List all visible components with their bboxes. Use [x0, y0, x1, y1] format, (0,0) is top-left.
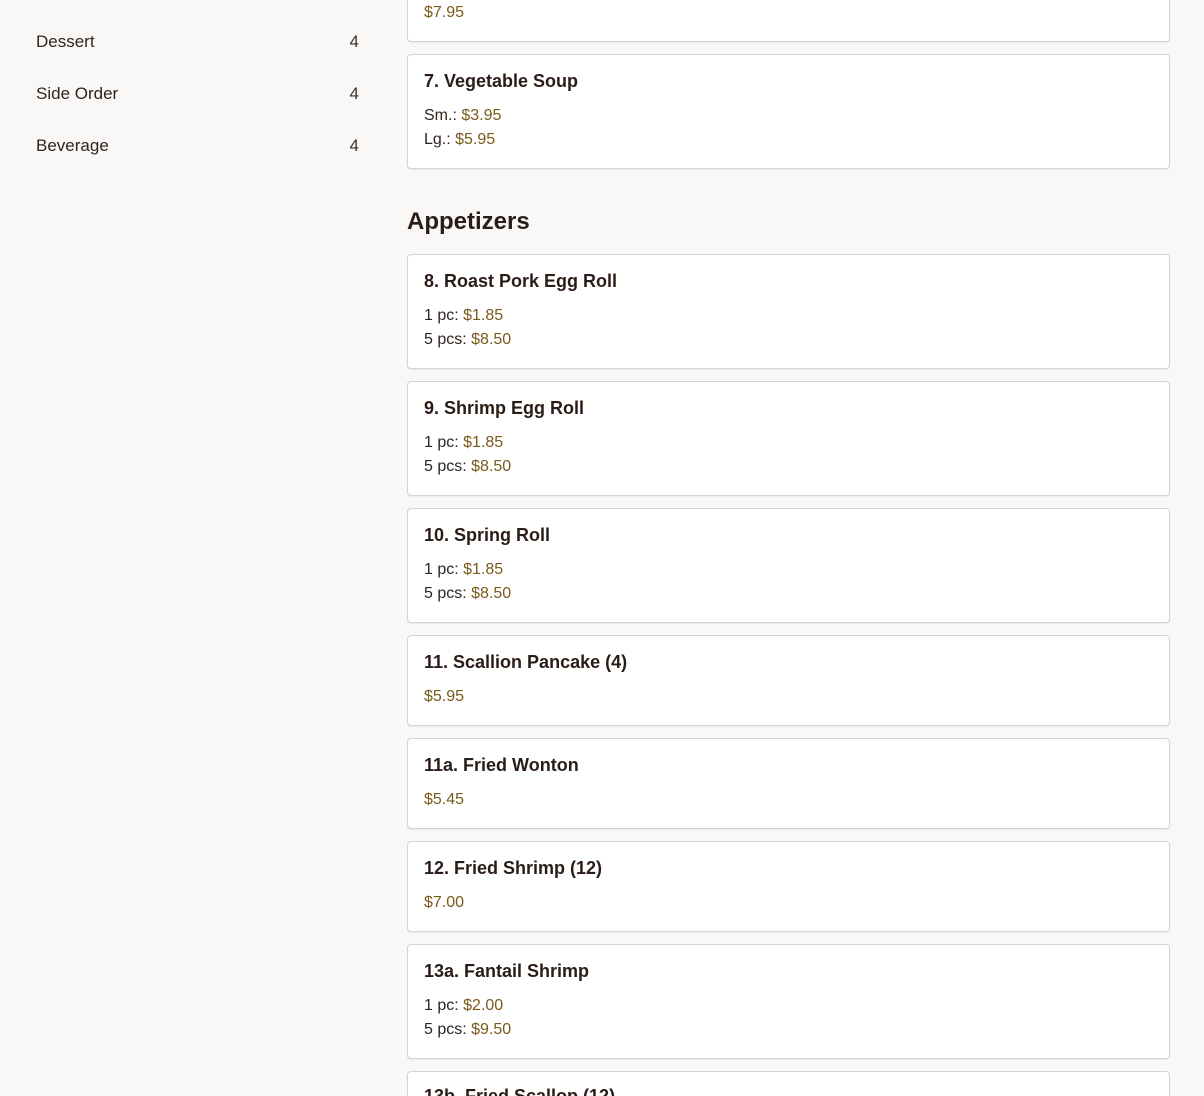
- item-price-line: 1 pc: $1.85: [424, 307, 503, 325]
- item-price-line: 5 pcs: $8.50: [424, 458, 511, 476]
- item-price-line: 5 pcs: $8.50: [424, 331, 511, 349]
- item-price: $1.85: [463, 434, 504, 451]
- item-title: 13a. Fantail Shrimp: [424, 961, 590, 981]
- item-title: 10. Spring Roll: [424, 525, 551, 545]
- item-price-line: $5.45: [424, 791, 464, 809]
- item-title: 8. Roast Pork Egg Roll: [424, 271, 618, 291]
- item-price-line: $5.95: [424, 688, 464, 706]
- item-price: $8.50: [471, 585, 512, 602]
- category-label: Side Order: [36, 84, 119, 103]
- menu-item-card[interactable]: 11. Scallion Pancake (4) $5.95: [407, 635, 1170, 726]
- menu-item-card[interactable]: 13a. Fantail Shrimp 1 pc: $2.00 5 pcs: $…: [407, 944, 1170, 1059]
- category-side-order[interactable]: Side Order 4: [36, 82, 359, 106]
- menu-item-card[interactable]: 10. Spring Roll 1 pc: $1.85 5 pcs: $8.50: [407, 508, 1170, 623]
- menu-item-card[interactable]: 8. Roast Pork Egg Roll 1 pc: $1.85 5 pcs…: [407, 254, 1170, 369]
- menu-item-card[interactable]: 11a. Fried Wonton $5.45: [407, 738, 1170, 829]
- menu-item-card[interactable]: $7.95: [407, 0, 1170, 42]
- item-price-line: Sm.: $3.95: [424, 107, 501, 125]
- price-label: Sm.:: [424, 107, 457, 124]
- menu-item-card[interactable]: 12. Fried Shrimp (12) $7.00: [407, 841, 1170, 932]
- category-beverage[interactable]: Beverage 4: [36, 134, 359, 158]
- price-label: 5 pcs:: [424, 1021, 467, 1038]
- item-price-line: Lg.: $5.95: [424, 131, 495, 149]
- category-dessert[interactable]: Dessert 4: [36, 30, 359, 54]
- price-label: 5 pcs:: [424, 331, 467, 348]
- item-price-line: 1 pc: $1.85: [424, 561, 503, 579]
- item-price: $1.85: [463, 307, 504, 324]
- item-title: 11a. Fried Wonton: [424, 755, 579, 775]
- item-price-line: 5 pcs: $8.50: [424, 585, 511, 603]
- item-price: $8.50: [471, 331, 512, 348]
- item-price: $7.00: [424, 894, 465, 911]
- category-label: Beverage: [36, 136, 109, 155]
- item-price-line: $7.95: [424, 4, 464, 22]
- price-label: 1 pc:: [424, 997, 459, 1014]
- item-price: $2.00: [463, 997, 504, 1014]
- item-price: $5.95: [455, 131, 496, 148]
- item-title: 7. Vegetable Soup: [424, 71, 579, 91]
- menu-item-card[interactable]: 13b. Fried Scallop (12): [407, 1071, 1170, 1096]
- section-heading-appetizers: Appetizers: [407, 208, 530, 235]
- item-title: 12. Fried Shrimp (12): [424, 858, 603, 878]
- item-price: $5.95: [424, 688, 465, 705]
- category-count: 4: [349, 84, 359, 103]
- scrollbar[interactable]: [1184, 0, 1204, 1096]
- item-price: $9.50: [471, 1021, 512, 1038]
- item-price-line: 1 pc: $1.85: [424, 434, 503, 452]
- menu-item-card[interactable]: 9. Shrimp Egg Roll 1 pc: $1.85 5 pcs: $8…: [407, 381, 1170, 496]
- item-price-line: $7.00: [424, 894, 464, 912]
- item-title: 11. Scallion Pancake (4): [424, 652, 628, 672]
- item-price: $8.50: [471, 458, 512, 475]
- item-title: 13b. Fried Scallop (12): [424, 1086, 616, 1096]
- item-price: $3.95: [461, 107, 502, 124]
- category-count: 4: [349, 32, 359, 51]
- item-price: $7.95: [424, 4, 465, 21]
- category-label: Dessert: [36, 32, 95, 51]
- menu-item-card[interactable]: 7. Vegetable Soup Sm.: $3.95 Lg.: $5.95: [407, 54, 1170, 169]
- price-label: 1 pc:: [424, 434, 459, 451]
- category-count: 4: [349, 136, 359, 155]
- item-price: $1.85: [463, 561, 504, 578]
- price-label: Lg.:: [424, 131, 451, 148]
- item-title: 9. Shrimp Egg Roll: [424, 398, 585, 418]
- item-price: $5.45: [424, 791, 465, 808]
- price-label: 1 pc:: [424, 561, 459, 578]
- price-label: 5 pcs:: [424, 458, 467, 475]
- item-price-line: 1 pc: $2.00: [424, 997, 503, 1015]
- price-label: 1 pc:: [424, 307, 459, 324]
- price-label: 5 pcs:: [424, 585, 467, 602]
- item-price-line: 5 pcs: $9.50: [424, 1021, 511, 1039]
